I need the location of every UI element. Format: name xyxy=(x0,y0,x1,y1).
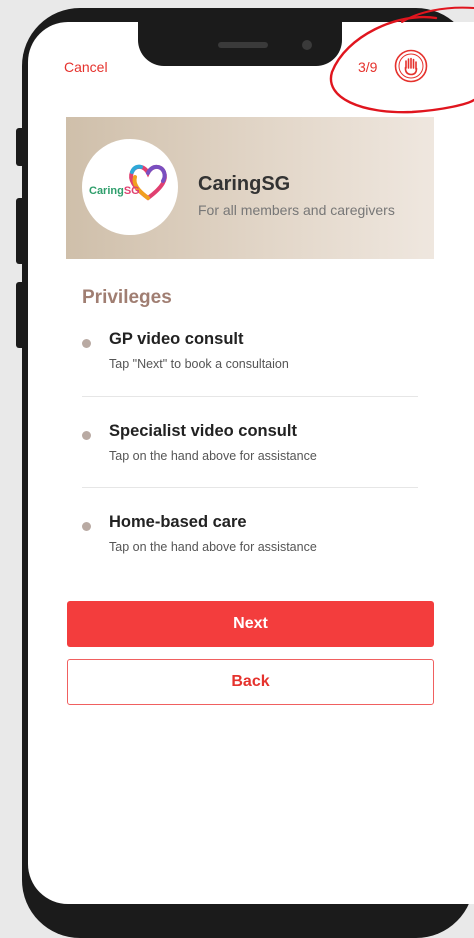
logo-wordmark: CaringSG xyxy=(89,185,140,197)
bullet-dot xyxy=(82,339,91,348)
logo-wordmark-sg: SG xyxy=(123,185,140,197)
phone-notch xyxy=(138,22,342,66)
divider xyxy=(82,487,418,488)
next-button[interactable]: Next xyxy=(67,601,434,647)
back-button[interactable]: Back xyxy=(67,659,434,705)
privilege-title: GP video consult xyxy=(109,330,244,348)
privilege-subtitle: Tap on the hand above for assistance xyxy=(109,540,317,554)
divider xyxy=(82,396,418,397)
notch-camera xyxy=(302,40,312,50)
program-title: CaringSG xyxy=(198,173,291,195)
privilege-title: Home-based care xyxy=(109,513,247,531)
privilege-title: Specialist video consult xyxy=(109,422,297,440)
logo-wordmark-caring: Caring xyxy=(89,185,124,197)
annotation-circle xyxy=(329,6,474,114)
heart-logo-icon xyxy=(129,164,167,201)
bullet-dot xyxy=(82,431,91,440)
privileges-heading: Privileges xyxy=(82,287,172,308)
notch-speaker xyxy=(218,42,268,48)
bullet-dot xyxy=(82,522,91,531)
cancel-button[interactable]: Cancel xyxy=(64,59,108,75)
caringsg-logo: CaringSG xyxy=(82,139,178,235)
privilege-subtitle: Tap "Next" to book a consultaion xyxy=(109,357,289,371)
caringsg-banner: CaringSG CaringSG For all members and ca… xyxy=(66,117,434,259)
program-subtitle: For all members and caregivers xyxy=(198,202,395,218)
privilege-subtitle: Tap on the hand above for assistance xyxy=(109,449,317,463)
